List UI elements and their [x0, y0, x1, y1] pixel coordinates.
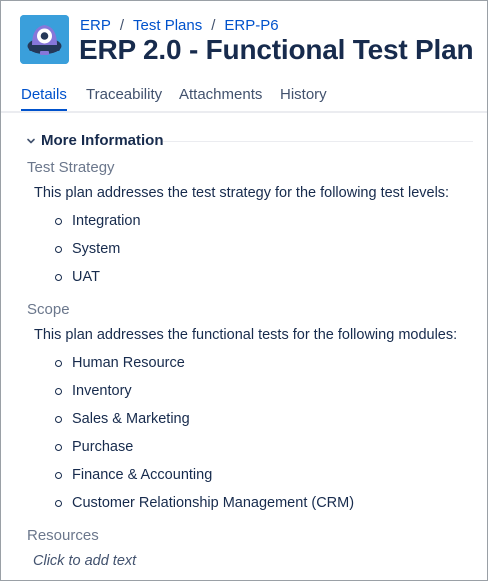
field-label-test-strategy: Test Strategy [27, 159, 115, 176]
bullet-icon [55, 499, 62, 507]
scope-intro[interactable]: This plan addresses the functional tests… [34, 327, 457, 343]
bullet-icon [55, 359, 62, 367]
project-avatar-icon[interactable] [20, 15, 69, 64]
test-strategy-intro[interactable]: This plan addresses the test strategy fo… [34, 185, 449, 201]
bullet-icon [55, 443, 62, 451]
list-item: Integration [55, 213, 141, 229]
page-title[interactable]: ERP 2.0 - Functional Test Plan [79, 34, 474, 66]
section-heading: More Information [41, 132, 164, 149]
breadcrumb: ERP / Test Plans / ERP-P6 [80, 17, 279, 34]
breadcrumb-project-link[interactable]: ERP [80, 17, 111, 34]
field-label-resources: Resources [27, 527, 99, 544]
list-item: Sales & Marketing [55, 411, 190, 427]
chevron-down-icon [27, 138, 35, 143]
list-item: Finance & Accounting [55, 467, 212, 483]
tab-history[interactable]: History [280, 86, 327, 103]
breadcrumb-separator: / [119, 17, 125, 34]
list-item-text: UAT [72, 269, 100, 285]
list-item: UAT [55, 269, 100, 285]
tab-details[interactable]: Details [21, 86, 67, 103]
bullet-icon [55, 217, 62, 225]
list-item: Inventory [55, 383, 132, 399]
list-item-text: System [72, 241, 121, 257]
more-information-toggle[interactable]: More Information [25, 132, 164, 149]
section-divider [163, 141, 473, 142]
list-item-text: Finance & Accounting [72, 467, 213, 483]
breadcrumb-test-plans-link[interactable]: Test Plans [133, 17, 202, 34]
issue-view-frame: ERP / Test Plans / ERP-P6 ERP 2.0 - Func… [0, 0, 488, 581]
list-item-text: Human Resource [72, 355, 185, 371]
tab-traceability[interactable]: Traceability [86, 86, 162, 103]
list-item-text: Customer Relationship Management (CRM) [72, 495, 355, 511]
list-item: Purchase [55, 439, 133, 455]
list-item-text: Sales & Marketing [72, 411, 190, 427]
bullet-icon [55, 273, 62, 281]
tab-bar: Details Traceability Attachments History [1, 81, 487, 113]
bullet-icon [55, 387, 62, 395]
bullet-icon [55, 471, 62, 479]
list-item-text: Purchase [72, 439, 134, 455]
breadcrumb-issue-key-link[interactable]: ERP-P6 [224, 17, 278, 34]
resources-field-placeholder[interactable]: Click to add text [33, 553, 136, 569]
list-item: Customer Relationship Management (CRM) [55, 495, 354, 511]
page-header: ERP / Test Plans / ERP-P6 ERP 2.0 - Func… [1, 1, 487, 113]
field-label-scope: Scope [27, 301, 70, 318]
list-item-text: Inventory [72, 383, 132, 399]
list-item-text: Integration [72, 213, 141, 229]
active-tab-indicator [21, 109, 67, 111]
bullet-icon [55, 415, 62, 423]
details-panel: More Information Test Strategy This plan… [1, 113, 487, 580]
tab-attachments[interactable]: Attachments [179, 86, 262, 103]
list-item: Human Resource [55, 355, 185, 371]
list-item: System [55, 241, 120, 257]
breadcrumb-separator: / [211, 17, 216, 34]
bullet-icon [55, 245, 62, 253]
